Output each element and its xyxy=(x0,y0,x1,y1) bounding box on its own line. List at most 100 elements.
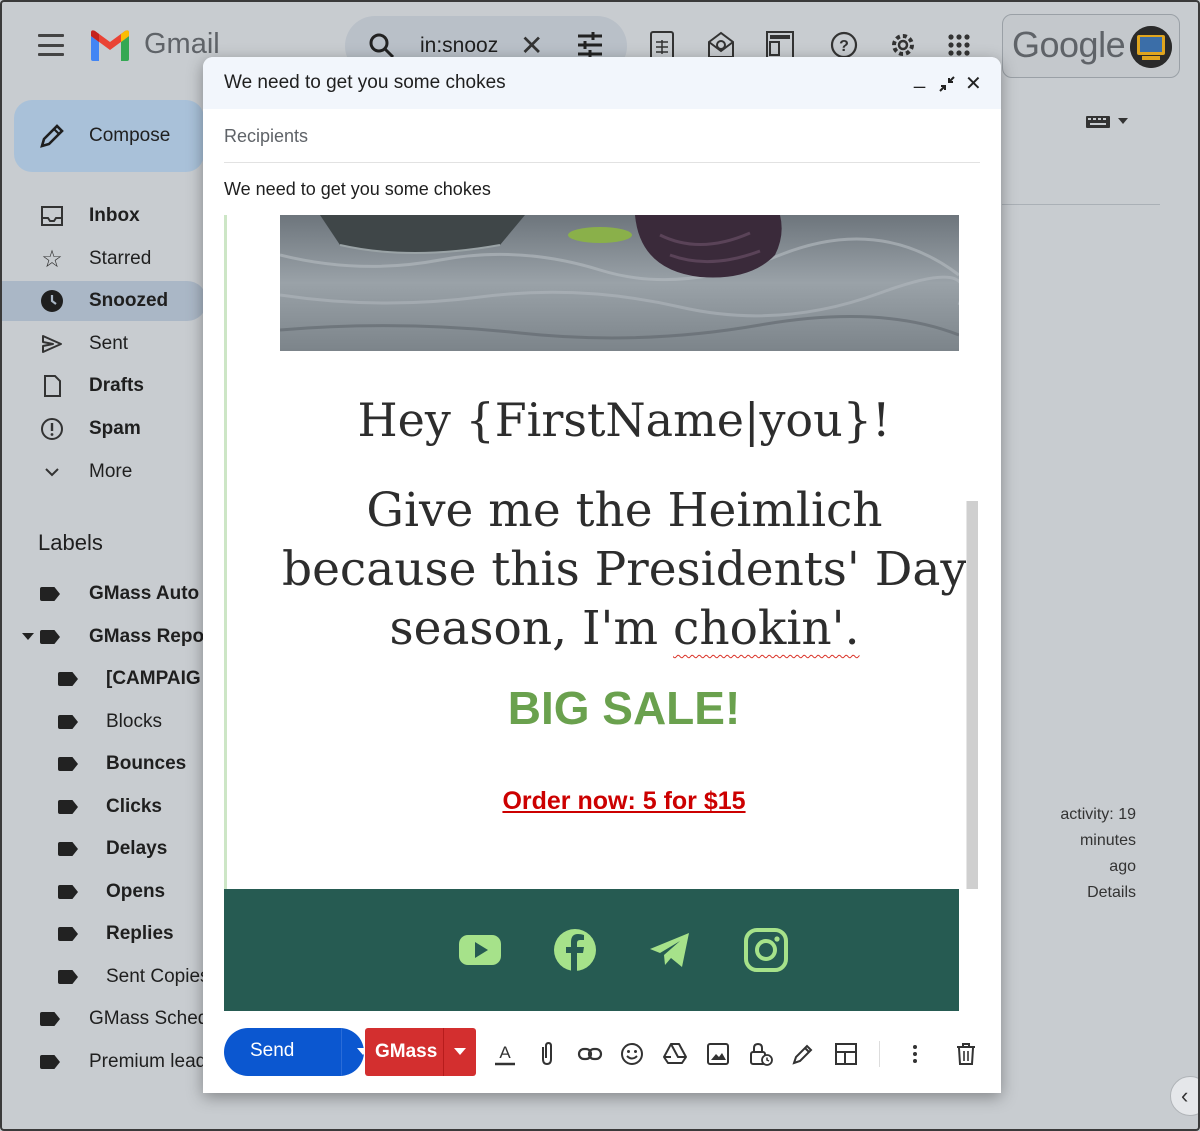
sidebar-item-drafts[interactable]: Drafts xyxy=(2,366,207,406)
label-tag-icon xyxy=(58,842,78,856)
screen: Gmail in:snooz ✕ ? Google Compose Inbox … xyxy=(0,0,1200,1131)
trash-icon[interactable] xyxy=(953,1041,979,1067)
label-tag-icon xyxy=(58,970,78,984)
keyboard-icon[interactable] xyxy=(1086,114,1132,130)
label-campaign[interactable]: [CAMPAIG xyxy=(2,659,207,699)
gmail-logo-icon[interactable] xyxy=(88,28,132,62)
dashboard-icon[interactable] xyxy=(765,30,795,60)
label-text: Delays xyxy=(106,838,168,859)
link-icon[interactable] xyxy=(577,1041,603,1067)
subject-input[interactable]: We need to get you some chokes xyxy=(224,179,491,200)
label-text: Replies xyxy=(106,923,174,944)
sidebar-item-spam[interactable]: Spam xyxy=(2,409,207,449)
labels-heading: Labels xyxy=(38,530,103,555)
label-bounces[interactable]: Bounces xyxy=(2,744,207,784)
order-link[interactable]: Order now: 5 for $15 xyxy=(224,787,981,816)
avatar-image xyxy=(1130,26,1172,68)
divider xyxy=(1002,204,1160,205)
label-text: GMass Repo xyxy=(89,626,205,647)
sidebar-item-starred[interactable]: ☆ Starred xyxy=(2,239,207,279)
exit-fullscreen-icon[interactable] xyxy=(938,75,956,93)
pencil-icon xyxy=(40,124,64,148)
help-icon[interactable]: ? xyxy=(829,30,859,60)
compose-header[interactable]: We need to get you some chokes _ ✕ xyxy=(203,57,1001,109)
search-options-icon[interactable] xyxy=(576,32,604,58)
gmass-settings-caret-icon[interactable] xyxy=(454,1048,466,1055)
details-link[interactable]: Details xyxy=(1000,880,1136,906)
drive-icon[interactable] xyxy=(662,1041,688,1067)
label-delays[interactable]: Delays xyxy=(2,829,207,869)
label-tag-icon xyxy=(40,1012,60,1026)
settings-gear-icon[interactable] xyxy=(888,30,918,60)
compose-dialog: We need to get you some chokes _ ✕ Recip… xyxy=(203,57,1001,1093)
label-text: GMass Auto xyxy=(89,583,200,604)
misspelled-word[interactable]: chokin'. xyxy=(673,601,860,656)
label-text: Premium lead xyxy=(89,1051,207,1072)
side-panel-toggle[interactable]: ‹ xyxy=(1170,1076,1198,1116)
main-menu-icon[interactable] xyxy=(38,34,64,56)
mail-at-icon[interactable] xyxy=(706,30,736,60)
gmass-button[interactable]: GMass xyxy=(365,1028,476,1076)
layout-icon[interactable] xyxy=(833,1041,859,1067)
label-sent-copies[interactable]: Sent Copies xyxy=(2,957,210,997)
sidebar-item-snoozed[interactable]: Snoozed xyxy=(2,281,207,321)
minimize-icon[interactable]: _ xyxy=(914,67,925,90)
send-button[interactable]: Send xyxy=(224,1028,369,1076)
search-input[interactable]: in:snooz xyxy=(420,34,498,58)
send-arrow-icon xyxy=(42,335,62,353)
telegram-icon[interactable] xyxy=(647,927,693,973)
photo-icon[interactable] xyxy=(705,1041,731,1067)
recipients-placeholder: Recipients xyxy=(224,126,309,146)
send-divider xyxy=(341,1028,342,1076)
search-icon[interactable] xyxy=(368,32,396,60)
label-premium-leads[interactable]: Premium lead xyxy=(2,1042,207,1082)
attach-icon[interactable] xyxy=(534,1041,560,1067)
youtube-icon[interactable] xyxy=(457,927,503,973)
greeting-heading: Hey {FirstName|you}! xyxy=(357,393,891,447)
star-icon: ☆ xyxy=(41,245,63,273)
signature-pen-icon[interactable] xyxy=(790,1041,816,1067)
label-opens[interactable]: Opens xyxy=(2,872,207,912)
confidential-lock-icon[interactable] xyxy=(748,1041,774,1067)
label-gmass-auto[interactable]: GMass Auto xyxy=(2,574,207,614)
format-text-icon[interactable]: A xyxy=(492,1041,518,1067)
compose-toolbar: Send GMass A xyxy=(203,1013,1001,1093)
label-clicks[interactable]: Clicks xyxy=(2,787,207,827)
apps-grid-icon[interactable] xyxy=(944,30,974,60)
label-text: Sent Copies xyxy=(106,966,210,987)
clock-icon xyxy=(41,290,63,312)
last-account-activity: activity: 19 minutes ago Details xyxy=(1000,802,1136,906)
emoji-icon[interactable] xyxy=(619,1041,645,1067)
more-options-icon[interactable] xyxy=(902,1041,928,1067)
message-body[interactable]: Hey {FirstName|you}! Give me the Heimlic… xyxy=(224,215,981,1011)
instagram-icon[interactable] xyxy=(743,927,789,973)
sidebar-item-label: Spam xyxy=(89,418,141,439)
label-tag-icon xyxy=(58,927,78,941)
close-icon[interactable]: ✕ xyxy=(965,71,982,96)
avatar[interactable] xyxy=(1130,26,1172,68)
sale-heading: BIG SALE! xyxy=(507,682,741,734)
recipients-field[interactable]: Recipients xyxy=(224,110,980,163)
sidebar-item-more[interactable]: More xyxy=(2,452,207,492)
label-replies[interactable]: Replies xyxy=(2,914,207,954)
label-text: GMass Sched xyxy=(89,1008,209,1029)
sheets-icon[interactable] xyxy=(647,30,677,60)
compose-title: We need to get you some chokes xyxy=(224,72,506,93)
label-blocks[interactable]: Blocks xyxy=(2,702,207,742)
sidebar-item-label: Inbox xyxy=(89,205,140,226)
label-text: Bounces xyxy=(106,753,187,774)
label-text: Opens xyxy=(106,881,166,902)
sidebar-item-label: Sent xyxy=(89,333,129,354)
clear-search-icon[interactable]: ✕ xyxy=(520,32,543,60)
body-scrollbar[interactable] xyxy=(966,501,978,889)
artichoke-photo-image xyxy=(280,215,959,351)
activity-text: activity: 19 minutes xyxy=(1060,806,1136,849)
label-gmass-reports[interactable]: GMass Repo xyxy=(2,617,207,657)
label-gmass-scheduled[interactable]: GMass Sched xyxy=(2,999,209,1039)
google-wordmark: Google xyxy=(1012,24,1126,65)
sidebar-item-sent[interactable]: Sent xyxy=(2,324,207,364)
subject-field[interactable]: We need to get you some chokes xyxy=(224,163,980,216)
facebook-icon[interactable] xyxy=(552,927,598,973)
sidebar-item-inbox[interactable]: Inbox xyxy=(2,196,207,236)
svg-text:?: ? xyxy=(839,38,849,55)
